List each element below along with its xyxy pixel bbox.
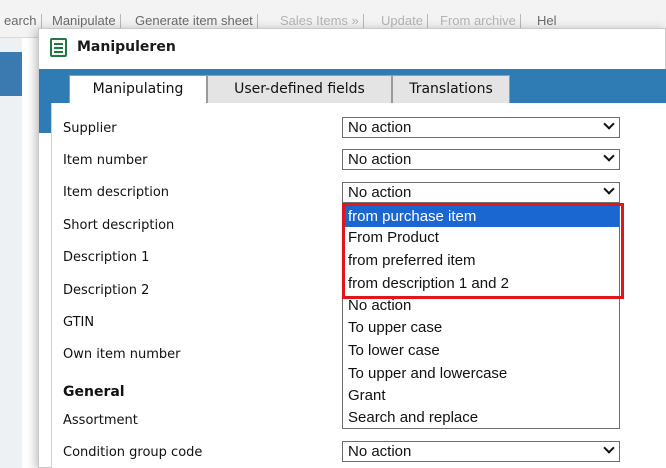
label-gtin: GTIN (63, 315, 95, 330)
label-supplier: Supplier (63, 121, 117, 136)
item-number-select[interactable]: No action (342, 149, 620, 170)
item-description-dropdown-list: from purchase item From Product from pre… (342, 203, 620, 429)
condition-group-code-select-value: No action (348, 443, 412, 460)
label-condition-group-code: Condition group code (63, 445, 203, 460)
option-no-action[interactable]: No action (343, 295, 619, 316)
tab-translations[interactable]: Translations (392, 75, 510, 103)
menu-item-help[interactable]: Hel (533, 14, 561, 28)
tab-user-defined-fields[interactable]: User-defined fields (207, 75, 392, 103)
background-sidebar-accent (0, 52, 22, 96)
dialog-titlebar[interactable]: Manipuleren (39, 29, 665, 67)
supplier-select[interactable]: No action (342, 117, 620, 138)
supplier-select-value: No action (348, 119, 412, 136)
option-from-product[interactable]: From Product (343, 227, 619, 248)
menu-item-from-archive: From archive (436, 14, 521, 28)
option-from-purchase-item[interactable]: from purchase item (343, 206, 619, 227)
item-description-select[interactable]: No action (342, 182, 620, 203)
label-item-number: Item number (63, 153, 148, 168)
condition-group-code-select[interactable]: No action (342, 441, 620, 462)
label-assortment: Assortment (63, 413, 138, 428)
option-from-preferred-item[interactable]: from preferred item (343, 250, 619, 271)
label-description-2: Description 2 (63, 283, 150, 298)
option-to-lower-case[interactable]: To lower case (343, 340, 619, 361)
item-number-select-value: No action (348, 151, 412, 168)
label-description-1: Description 1 (63, 250, 150, 265)
dialog-title: Manipuleren (77, 39, 176, 55)
menu-item-manipulate[interactable]: Manipulate (48, 14, 121, 28)
option-to-upper-case[interactable]: To upper case (343, 317, 619, 338)
option-grant[interactable]: Grant (343, 385, 619, 406)
menu-item-search[interactable]: earch (0, 14, 42, 28)
chevron-down-icon (603, 118, 615, 130)
chevron-down-icon (603, 442, 615, 454)
menu-item-sales-items: Sales Items » (276, 14, 364, 28)
document-list-icon (50, 38, 67, 57)
item-description-select-value: No action (348, 184, 412, 201)
background-sidebar (0, 38, 22, 468)
chevron-down-icon (603, 150, 615, 162)
option-search-and-replace[interactable]: Search and replace (343, 407, 619, 428)
menu-item-generate-item-sheet[interactable]: Generate item sheet (131, 14, 258, 28)
option-to-upper-and-lowercase[interactable]: To upper and lowercase (343, 363, 619, 384)
label-item-description: Item description (63, 185, 170, 200)
label-short-description: Short description (63, 218, 175, 233)
label-own-item-number: Own item number (63, 347, 181, 362)
chevron-down-icon (603, 183, 615, 195)
option-from-description-1-and-2[interactable]: from description 1 and 2 (343, 273, 619, 294)
menu-item-update: Update (377, 14, 428, 28)
section-general: General (63, 384, 125, 400)
